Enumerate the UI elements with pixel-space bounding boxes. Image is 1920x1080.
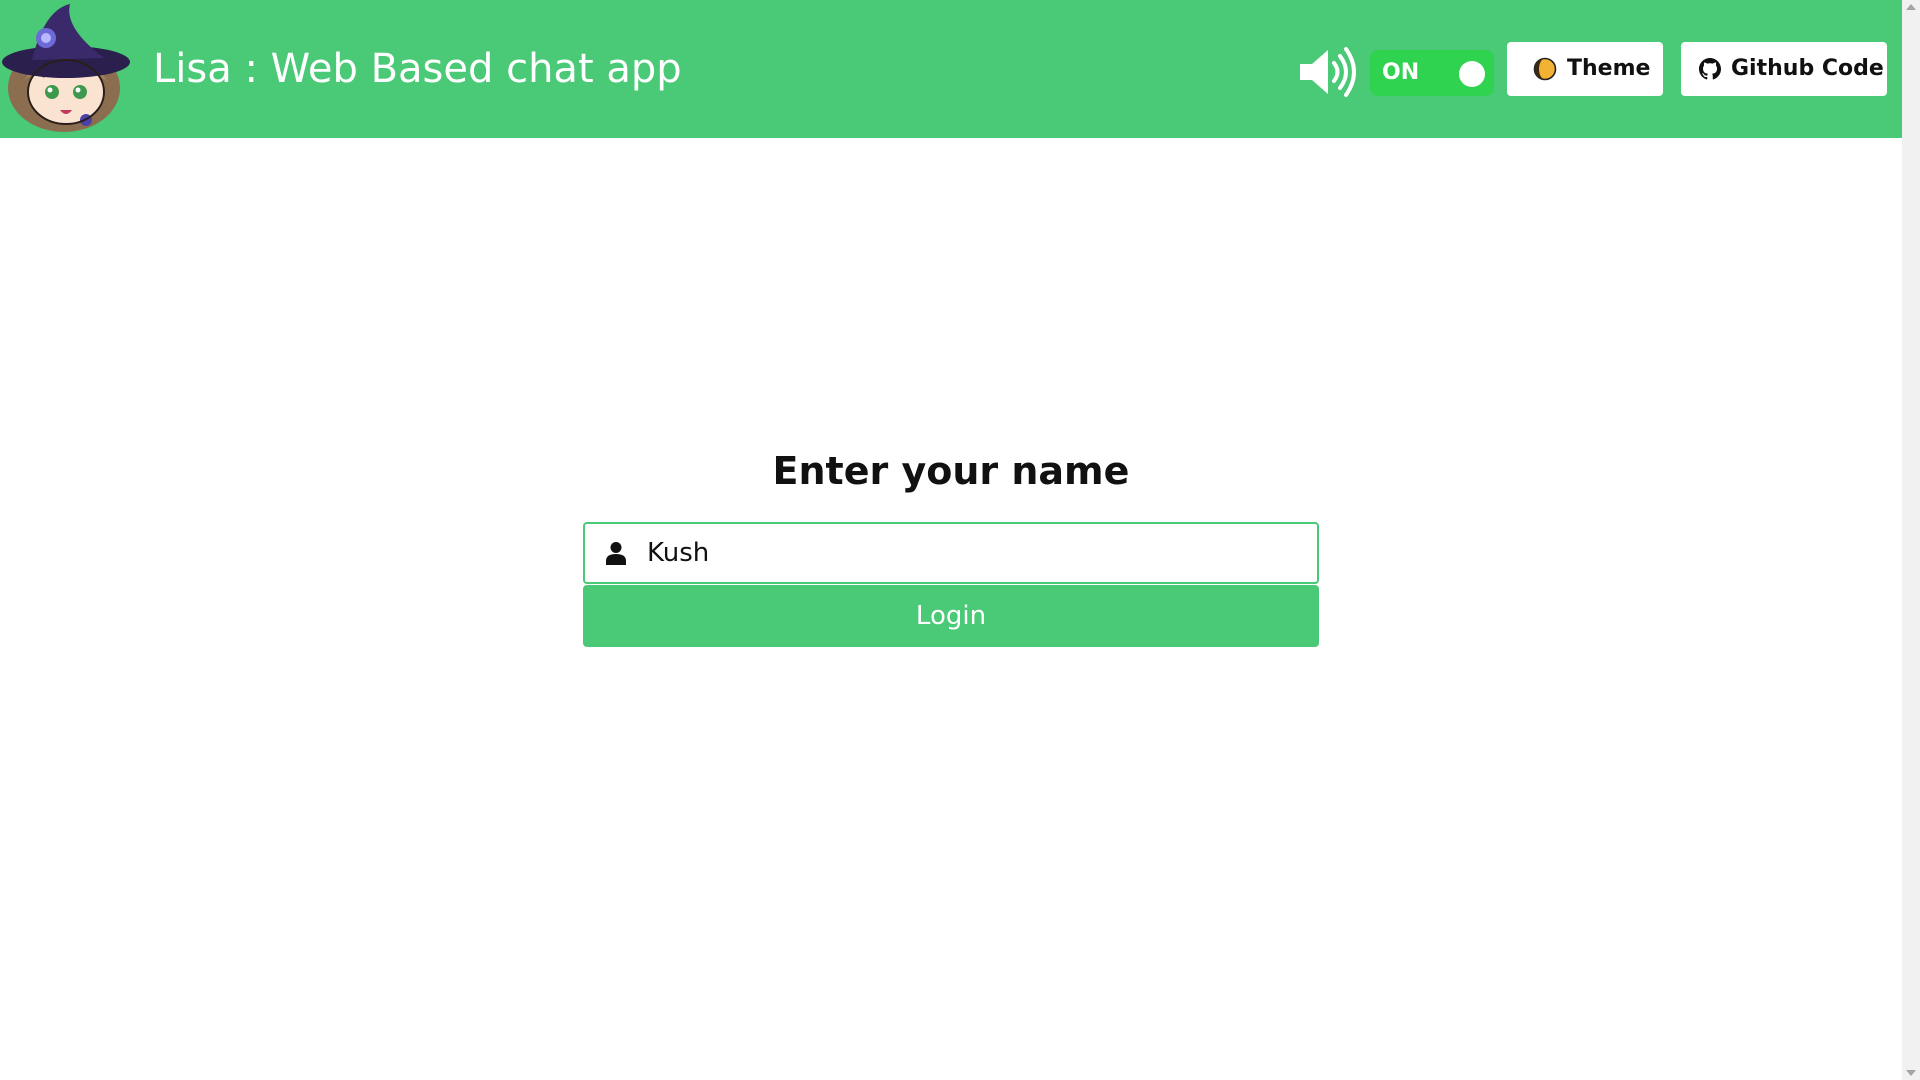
theme-button-label: Theme — [1567, 56, 1651, 81]
name-field[interactable] — [583, 522, 1319, 584]
scroll-down-arrow-icon[interactable] — [1906, 1070, 1916, 1076]
github-code-button-label: Github Code — [1731, 56, 1884, 81]
chibi-witch-avatar-icon — [2, 4, 130, 132]
toggle-knob — [1459, 61, 1485, 87]
user-icon — [606, 542, 626, 565]
speaker-volume-icon[interactable] — [1298, 46, 1360, 98]
app-title: Lisa : Web Based chat app — [153, 46, 682, 92]
half-moon-theme-icon — [1533, 57, 1557, 81]
scroll-up-arrow-icon[interactable] — [1906, 4, 1916, 10]
theme-button[interactable]: Theme — [1507, 42, 1663, 96]
github-icon — [1699, 58, 1721, 80]
page: Lisa : Web Based chat app ON Theme Githu… — [0, 0, 1920, 1080]
login-heading: Enter your name — [772, 449, 1130, 493]
login-button[interactable]: Login — [583, 585, 1319, 647]
github-code-button[interactable]: Github Code — [1681, 42, 1887, 96]
vertical-scrollbar[interactable] — [1902, 0, 1920, 1080]
sound-toggle[interactable]: ON — [1370, 50, 1494, 96]
sound-toggle-label: ON — [1382, 60, 1420, 85]
name-input[interactable] — [647, 532, 1297, 574]
app-header: Lisa : Web Based chat app ON Theme Githu… — [0, 0, 1902, 138]
